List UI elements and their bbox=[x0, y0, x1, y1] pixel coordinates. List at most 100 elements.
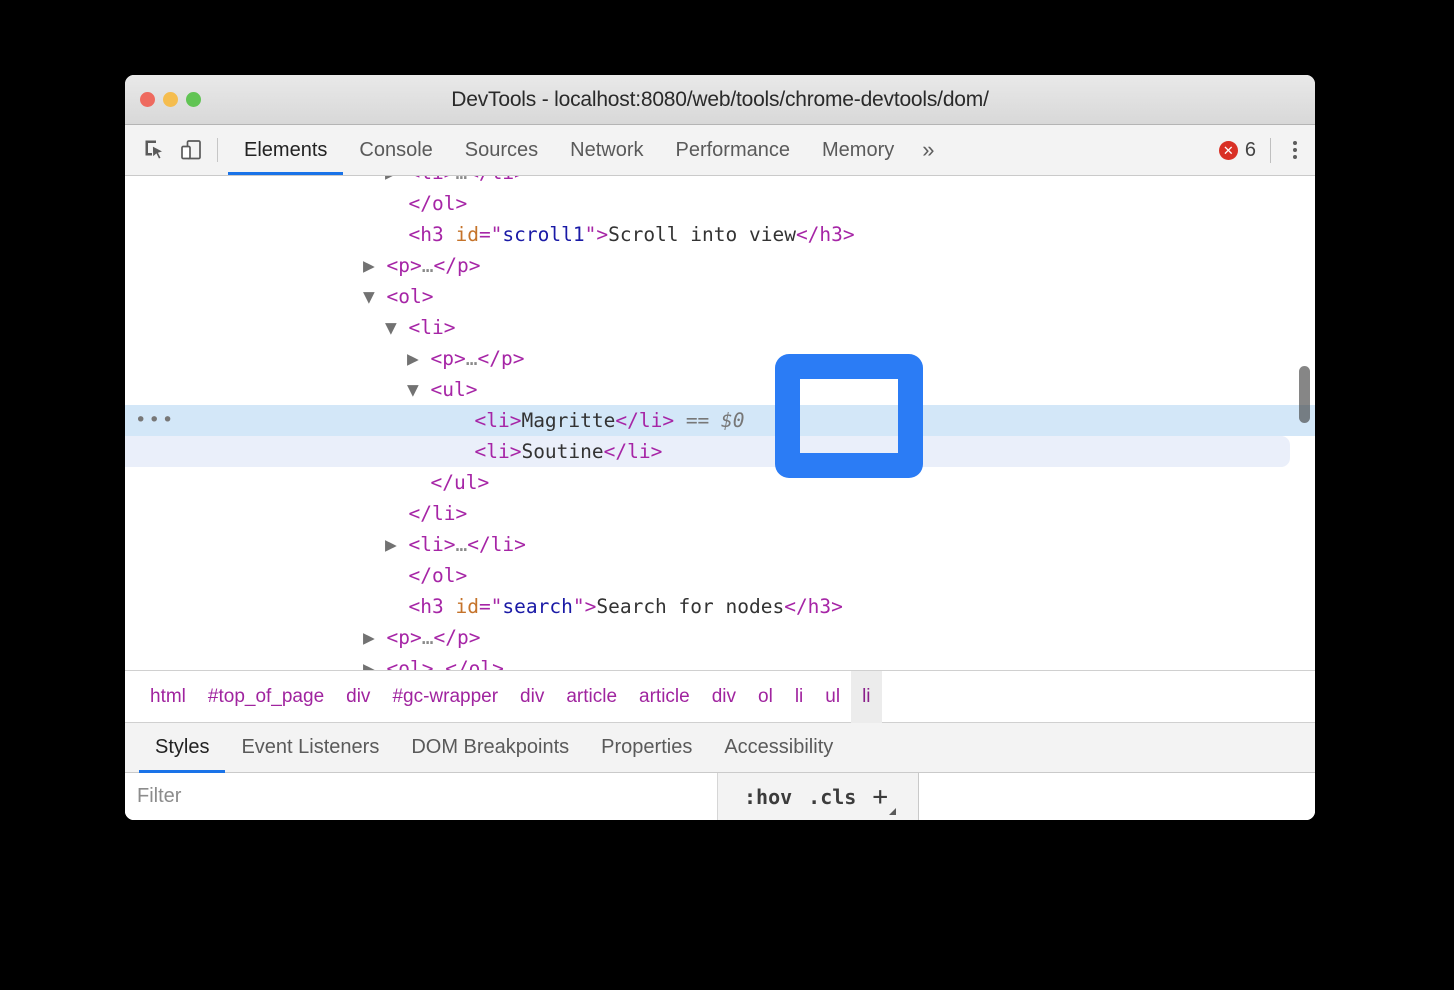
dom-token-tag: <ol> bbox=[386, 657, 433, 671]
tab-properties[interactable]: Properties bbox=[585, 723, 708, 773]
breadcrumb-item-gcwrapper[interactable]: #gc-wrapper bbox=[381, 671, 509, 723]
dom-token-tag: <p> bbox=[430, 347, 465, 370]
dom-tree-row[interactable]: ▼ <ul> bbox=[125, 374, 1315, 405]
dom-tree-row[interactable]: </ol> bbox=[125, 188, 1315, 219]
tab-network[interactable]: Network bbox=[554, 125, 659, 175]
breadcrumb-item-html[interactable]: html bbox=[139, 671, 197, 723]
dom-tree-row[interactable]: </li> bbox=[125, 498, 1315, 529]
expand-triangle-down-icon[interactable]: ▼ bbox=[407, 378, 430, 401]
dom-token-dots: … bbox=[466, 347, 478, 370]
dom-tree-row[interactable]: ▶ <p>…</p> bbox=[125, 343, 1315, 374]
breadcrumb-item-topofpage[interactable]: #top_of_page bbox=[197, 671, 335, 723]
toggle-spacer bbox=[407, 471, 430, 494]
breadcrumb-item-ol[interactable]: ol bbox=[747, 671, 784, 723]
tab-event-listeners[interactable]: Event Listeners bbox=[225, 723, 395, 773]
dom-token-tag: </h3> bbox=[796, 223, 855, 246]
dom-token-tag: =" bbox=[479, 595, 502, 618]
tab-memory[interactable]: Memory bbox=[806, 125, 910, 175]
dom-tree-row[interactable]: <h3 id="scroll1">Scroll into view</h3> bbox=[125, 219, 1315, 250]
dom-tree-row[interactable]: </ol> bbox=[125, 560, 1315, 591]
expand-triangle-right-icon[interactable]: ▶ bbox=[363, 657, 386, 671]
dom-tree-row[interactable]: ▼ <li> bbox=[125, 312, 1315, 343]
minimize-window-button[interactable] bbox=[163, 92, 178, 107]
plus-icon: + bbox=[872, 782, 888, 812]
hov-toggle-button[interactable]: :hov bbox=[744, 785, 792, 809]
tab-styles[interactable]: Styles bbox=[139, 723, 225, 773]
dom-tree-row[interactable]: ▶ <ol>…</ol> bbox=[125, 653, 1315, 671]
tab-performance[interactable]: Performance bbox=[660, 125, 807, 175]
dom-token-tag: <h3 bbox=[408, 595, 455, 618]
breadcrumb-item-article[interactable]: article bbox=[555, 671, 628, 723]
breadcrumb-item-article[interactable]: article bbox=[628, 671, 701, 723]
dom-tree-scrollbar-thumb[interactable] bbox=[1299, 366, 1310, 423]
inspect-element-icon[interactable] bbox=[137, 132, 173, 168]
tab-network-label: Network bbox=[570, 139, 643, 162]
tab-dom-breakpoints[interactable]: DOM Breakpoints bbox=[395, 723, 585, 773]
breadcrumb-item-div[interactable]: div bbox=[509, 671, 555, 723]
toolbar-right-group: ✕ 6 bbox=[1219, 135, 1315, 165]
toggle-spacer bbox=[385, 223, 408, 246]
dom-tree-row[interactable]: <li>Soutine</li> bbox=[125, 436, 1315, 467]
dom-tree-row-content: ▼ <li> bbox=[385, 312, 455, 343]
tab-sources[interactable]: Sources bbox=[449, 125, 554, 175]
dom-token-text: Search for nodes bbox=[596, 595, 784, 618]
dom-tree-row[interactable]: </ul> bbox=[125, 467, 1315, 498]
tab-console[interactable]: Console bbox=[343, 125, 448, 175]
expand-triangle-right-icon[interactable]: ▶ bbox=[363, 254, 386, 277]
dom-tree-row-content: </ol> bbox=[385, 188, 467, 219]
styles-filter-input[interactable] bbox=[125, 773, 718, 820]
breadcrumb-item-ul[interactable]: ul bbox=[814, 671, 851, 723]
toggle-spacer bbox=[385, 192, 408, 215]
expand-triangle-down-icon[interactable]: ▼ bbox=[385, 316, 408, 339]
toggle-spacer bbox=[451, 440, 474, 463]
breadcrumb-item-li[interactable]: li bbox=[784, 671, 814, 723]
expand-triangle-right-icon[interactable]: ▶ bbox=[363, 626, 386, 649]
expand-triangle-right-icon[interactable]: ▶ bbox=[385, 176, 408, 184]
truncated-children-marker[interactable]: ••• bbox=[135, 405, 175, 436]
error-count-label: 6 bbox=[1245, 139, 1256, 162]
expand-triangle-right-icon[interactable]: ▶ bbox=[407, 347, 430, 370]
styles-filter-tools: :hov .cls + bbox=[718, 773, 919, 820]
dom-token-tag: <li> bbox=[408, 533, 455, 556]
expand-triangle-right-icon[interactable]: ▶ bbox=[385, 533, 408, 556]
dom-token-tag: <li> bbox=[474, 409, 521, 432]
cls-toggle-button[interactable]: .cls bbox=[808, 785, 856, 809]
dom-tree-row[interactable]: ▶ <li>…</li> bbox=[125, 529, 1315, 560]
dom-token-tag: </h3> bbox=[784, 595, 843, 618]
dom-token-tag: </ol> bbox=[408, 192, 467, 215]
tab-event-listeners-label: Event Listeners bbox=[241, 736, 379, 759]
dom-tree-row[interactable]: ••• <li>Magritte</li> == $0 bbox=[125, 405, 1315, 436]
dom-tree-pane[interactable]: ▶ <li>…</li> </ol> <h3 id="scroll1">Scro… bbox=[125, 176, 1315, 671]
breadcrumb-item-li[interactable]: li bbox=[851, 671, 881, 723]
tab-elements[interactable]: Elements bbox=[228, 125, 343, 175]
dom-token-attrval: search bbox=[502, 595, 572, 618]
error-count-badge[interactable]: ✕ 6 bbox=[1219, 139, 1268, 162]
dom-token-tag: <li> bbox=[474, 440, 521, 463]
dom-tree-row-content: ▶ <p>…</p> bbox=[363, 622, 480, 653]
dom-token-tag: </ol> bbox=[445, 657, 504, 671]
add-new-rule-button[interactable]: + bbox=[872, 782, 892, 812]
dom-tree-row[interactable]: ▼ <ol> bbox=[125, 281, 1315, 312]
maximize-window-button[interactable] bbox=[186, 92, 201, 107]
dom-token-text: Soutine bbox=[521, 440, 603, 463]
device-toolbar-icon[interactable] bbox=[173, 132, 209, 168]
dom-tree-row[interactable]: <h3 id="search">Search for nodes</h3> bbox=[125, 591, 1315, 622]
dom-tree-row[interactable]: ▶ <p>…</p> bbox=[125, 250, 1315, 281]
dom-token-dollar: == $0 bbox=[674, 409, 744, 432]
dom-token-tag: <p> bbox=[386, 626, 421, 649]
kebab-menu-icon[interactable] bbox=[1285, 135, 1305, 165]
dom-tree-row[interactable]: ▶ <p>…</p> bbox=[125, 622, 1315, 653]
expand-triangle-down-icon[interactable]: ▼ bbox=[363, 285, 386, 308]
close-window-button[interactable] bbox=[140, 92, 155, 107]
error-circle-icon: ✕ bbox=[1219, 141, 1238, 160]
dom-tree-row-content: </li> bbox=[385, 498, 467, 529]
more-tabs-chevron-icon[interactable]: » bbox=[910, 125, 946, 175]
tab-styles-label: Styles bbox=[155, 736, 209, 759]
dom-tree-row[interactable]: ▶ <li>…</li> bbox=[125, 176, 1315, 188]
tab-accessibility[interactable]: Accessibility bbox=[708, 723, 849, 773]
dom-token-text: Scroll into view bbox=[608, 223, 796, 246]
toolbar-divider bbox=[217, 138, 218, 162]
breadcrumb-item-div[interactable]: div bbox=[701, 671, 747, 723]
dom-token-tag: </li> bbox=[467, 533, 526, 556]
breadcrumb-item-div[interactable]: div bbox=[335, 671, 381, 723]
